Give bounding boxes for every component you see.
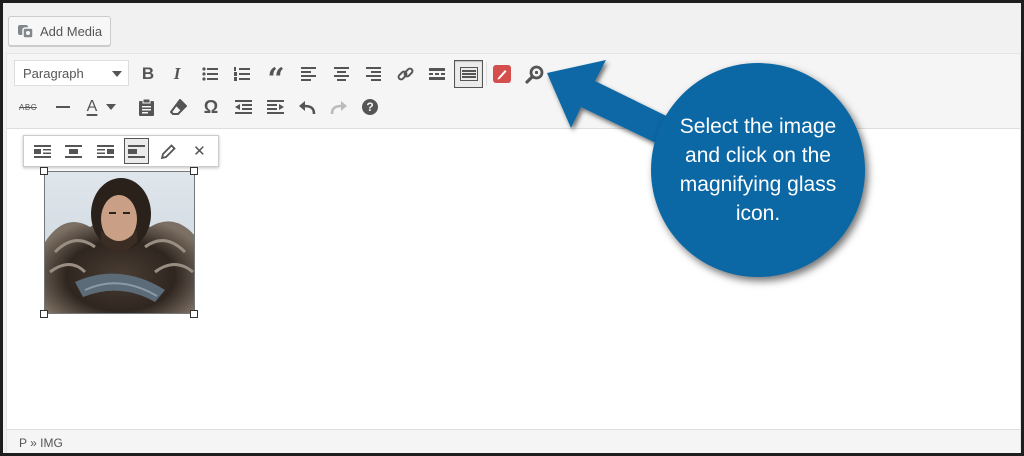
align-none-icon: [128, 144, 146, 158]
editor-toolbar: Paragraph B I “ ABC A Ω ?: [7, 54, 1020, 129]
magnifier-button[interactable]: [521, 61, 547, 87]
redo-button[interactable]: [325, 94, 351, 120]
clear-formatting-button[interactable]: [165, 94, 191, 120]
annotation-text: Select the image and click on the magnif…: [679, 115, 837, 225]
resize-handle-top-right[interactable]: [190, 167, 198, 175]
help-glyph: ?: [366, 100, 374, 114]
align-right-icon: [365, 67, 381, 81]
element-path-status: P » IMG: [7, 429, 1020, 453]
add-media-label: Add Media: [40, 23, 103, 39]
format-select-value: Paragraph: [23, 65, 84, 81]
align-left-icon: [34, 144, 52, 158]
align-left-button[interactable]: [295, 61, 321, 87]
red-pen-button[interactable]: [489, 61, 515, 87]
toolbar-toggle-button[interactable]: [454, 60, 483, 88]
insert-link-button[interactable]: [392, 61, 418, 87]
visual-editor: Paragraph B I “ ABC A Ω ? ✕ P » IMG: [6, 53, 1021, 453]
resize-handle-bottom-right[interactable]: [190, 310, 198, 318]
selected-image[interactable]: [44, 171, 195, 314]
outdent-icon: [234, 100, 252, 114]
bulleted-list-button[interactable]: [197, 61, 223, 87]
omega-icon: Ω: [203, 96, 219, 117]
editor-content[interactable]: ✕: [7, 129, 1020, 429]
toolbar-divider: [486, 62, 487, 86]
bold-button[interactable]: B: [135, 61, 161, 87]
app-frame: Add Media Paragraph B I “ ABC A Ω ? ✕ P …: [0, 0, 1024, 456]
numbered-list-button[interactable]: [229, 61, 255, 87]
portrait-image: [45, 172, 194, 313]
text-color-button[interactable]: A: [81, 94, 103, 120]
text-color-dropdown[interactable]: [104, 94, 118, 120]
read-more-button[interactable]: [424, 61, 450, 87]
image-edit-button[interactable]: [155, 138, 180, 164]
image-align-left-button[interactable]: [30, 138, 55, 164]
keyboard-icon: [459, 67, 478, 81]
blockquote-button[interactable]: “: [263, 61, 289, 95]
align-left-icon: [300, 67, 316, 81]
element-path: P » IMG: [19, 435, 63, 450]
pencil-icon: [160, 143, 176, 159]
strikethrough-button[interactable]: ABC: [15, 94, 41, 120]
chevron-down-icon: [112, 71, 122, 77]
redo-icon: [330, 100, 347, 114]
numbered-list-icon: [234, 67, 250, 81]
read-more-icon: [429, 68, 445, 80]
text-color-icon: A: [86, 98, 98, 115]
horizontal-line-button[interactable]: [50, 94, 76, 120]
undo-icon: [298, 100, 315, 114]
decrease-indent-button[interactable]: [230, 94, 256, 120]
horizontal-line-icon: [56, 106, 70, 108]
close-icon: ✕: [193, 143, 206, 160]
align-right-icon: [96, 144, 114, 158]
quote-icon: “: [267, 62, 285, 97]
format-select[interactable]: Paragraph: [14, 60, 129, 86]
red-pen-icon: [493, 65, 511, 83]
special-character-button[interactable]: Ω: [198, 94, 224, 120]
clipboard-icon: [138, 98, 154, 116]
image-align-center-button[interactable]: [61, 138, 86, 164]
bulleted-list-icon: [202, 67, 218, 81]
help-button[interactable]: ?: [357, 94, 383, 120]
image-align-right-button[interactable]: [93, 138, 118, 164]
chevron-down-icon: [106, 104, 116, 110]
image-inline-toolbar: ✕: [23, 135, 219, 167]
magnifying-glass-icon: [524, 65, 543, 84]
bold-icon: B: [141, 64, 155, 83]
align-center-button[interactable]: [328, 61, 354, 87]
italic-icon: I: [173, 64, 181, 83]
media-bar: Add Media: [3, 3, 1021, 53]
italic-button[interactable]: I: [164, 61, 190, 87]
indent-icon: [266, 100, 284, 114]
resize-handle-bottom-left[interactable]: [40, 310, 48, 318]
increase-indent-button[interactable]: [262, 94, 288, 120]
paste-as-text-button[interactable]: [133, 94, 159, 120]
annotation-callout: Select the image and click on the magnif…: [651, 63, 865, 277]
media-icon: [17, 22, 35, 40]
image-align-none-button[interactable]: [123, 138, 150, 164]
resize-handle-top-left[interactable]: [40, 167, 48, 175]
link-icon: [397, 67, 413, 80]
add-media-button[interactable]: Add Media: [8, 16, 111, 46]
undo-button[interactable]: [294, 94, 320, 120]
align-center-icon: [333, 67, 349, 81]
align-right-button[interactable]: [360, 61, 386, 87]
align-center-icon: [65, 144, 83, 158]
image-remove-button[interactable]: ✕: [187, 138, 212, 164]
strikethrough-icon: ABC: [19, 102, 37, 112]
eraser-icon: [169, 98, 187, 115]
